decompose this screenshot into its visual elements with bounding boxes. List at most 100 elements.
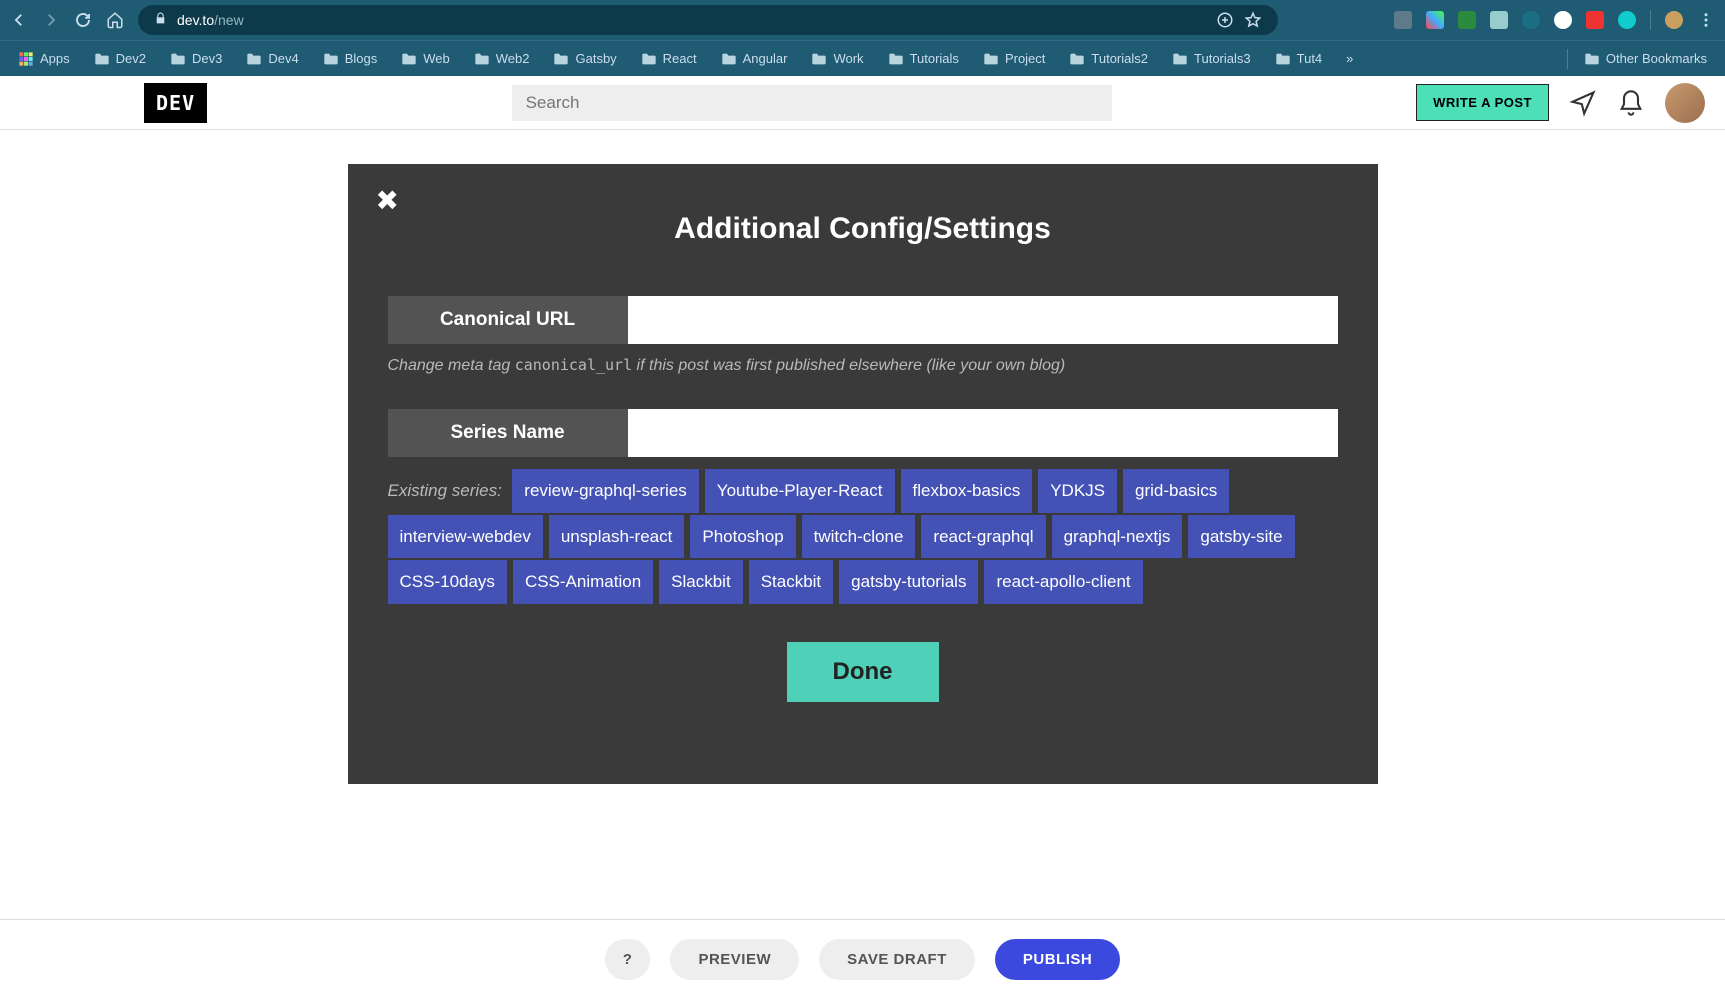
add-icon[interactable] [1216, 11, 1234, 29]
bookmark-label: Blogs [345, 51, 378, 66]
settings-modal: ✖ Additional Config/Settings Canonical U… [348, 164, 1378, 784]
bookmark-folder[interactable]: Project [975, 47, 1053, 70]
bell-icon[interactable] [1617, 89, 1645, 117]
bookmark-folder[interactable]: Dev2 [86, 47, 154, 70]
star-icon[interactable] [1244, 11, 1262, 29]
folder-icon [246, 52, 262, 66]
series-label: Series Name [388, 409, 628, 457]
ext-icon[interactable] [1490, 11, 1508, 29]
series-tag[interactable]: Photoshop [690, 515, 795, 559]
browser-toolbar: dev.to/new [0, 0, 1725, 40]
bookmark-folder[interactable]: Web2 [466, 47, 538, 70]
bookmark-label: Tutorials [910, 51, 959, 66]
bookmark-label: Dev2 [116, 51, 146, 66]
bookmark-folder[interactable]: Tutorials [880, 47, 967, 70]
apps-bookmark[interactable]: Apps [10, 47, 78, 71]
folder-icon [323, 52, 339, 66]
series-tag[interactable]: react-apollo-client [984, 560, 1142, 604]
bookmark-label: Work [833, 51, 863, 66]
bookmark-overflow[interactable]: » [1338, 51, 1361, 66]
series-tag[interactable]: unsplash-react [549, 515, 685, 559]
ext-icon[interactable] [1426, 11, 1444, 29]
series-tag[interactable]: Stackbit [749, 560, 833, 604]
send-icon[interactable] [1569, 89, 1597, 117]
bookmark-folder[interactable]: Web [393, 47, 458, 70]
bookmarks-bar: Apps Dev2 Dev3 Dev4 Blogs Web Web2 Gatsby React… [0, 40, 1725, 76]
existing-series: Existing series: review-graphql-seriesYo… [388, 469, 1338, 606]
bookmark-folder[interactable]: Tutorials3 [1164, 47, 1259, 70]
series-tag[interactable]: CSS-Animation [513, 560, 653, 604]
series-tag[interactable]: YDKJS [1038, 469, 1117, 513]
reload-icon[interactable] [74, 11, 92, 29]
menu-icon[interactable] [1697, 11, 1715, 29]
ext-icon[interactable] [1554, 11, 1572, 29]
series-row: Series Name [388, 409, 1338, 457]
canonical-url-input[interactable] [628, 296, 1338, 344]
bookmark-label: Dev3 [192, 51, 222, 66]
series-tag[interactable]: flexbox-basics [901, 469, 1033, 513]
series-tag[interactable]: twitch-clone [802, 515, 916, 559]
back-icon[interactable] [10, 11, 28, 29]
extension-icons [1394, 10, 1715, 30]
done-button[interactable]: Done [787, 642, 939, 702]
series-tag[interactable]: CSS-10days [388, 560, 507, 604]
bookmark-label: Angular [743, 51, 788, 66]
divider [1567, 49, 1568, 69]
bookmark-label: Tut4 [1297, 51, 1323, 66]
ext-icon[interactable] [1458, 11, 1476, 29]
folder-icon [1275, 52, 1291, 66]
write-post-button[interactable]: WRITE A POST [1416, 84, 1549, 121]
bookmark-folder[interactable]: Tutorials2 [1061, 47, 1156, 70]
modal-title: Additional Config/Settings [388, 212, 1338, 246]
bookmark-folder[interactable]: React [633, 47, 705, 70]
dev-logo[interactable]: DEV [144, 83, 207, 123]
other-bookmarks[interactable]: Other Bookmarks [1576, 47, 1715, 70]
hint-code: canonical_url [515, 356, 632, 374]
search-input[interactable] [512, 85, 1112, 121]
forward-icon[interactable] [42, 11, 60, 29]
folder-icon [401, 52, 417, 66]
series-tag[interactable]: gatsby-site [1188, 515, 1294, 559]
avatar[interactable] [1665, 83, 1705, 123]
bookmark-folder[interactable]: Dev3 [162, 47, 230, 70]
series-tag[interactable]: grid-basics [1123, 469, 1229, 513]
bookmark-label: Project [1005, 51, 1045, 66]
url-bar[interactable]: dev.to/new [138, 5, 1278, 35]
divider [1650, 10, 1651, 30]
ext-icon[interactable] [1522, 11, 1540, 29]
folder-icon [1172, 52, 1188, 66]
bookmark-folder[interactable]: Dev4 [238, 47, 306, 70]
publish-button[interactable]: PUBLISH [995, 939, 1120, 980]
bookmark-folder[interactable]: Gatsby [545, 47, 624, 70]
series-tag[interactable]: Slackbit [659, 560, 743, 604]
ext-icon[interactable] [1586, 11, 1604, 29]
series-tag[interactable]: graphql-nextjs [1052, 515, 1183, 559]
series-tag[interactable]: react-graphql [921, 515, 1045, 559]
home-icon[interactable] [106, 11, 124, 29]
series-tag[interactable]: review-graphql-series [512, 469, 699, 513]
ext-icon[interactable] [1618, 11, 1636, 29]
save-draft-button[interactable]: SAVE DRAFT [819, 939, 975, 980]
bookmark-folder[interactable]: Work [803, 47, 871, 70]
bookmark-folder[interactable]: Tut4 [1267, 47, 1331, 70]
folder-icon [94, 52, 110, 66]
bookmark-label: Dev4 [268, 51, 298, 66]
preview-button[interactable]: PREVIEW [670, 939, 799, 980]
folder-icon [983, 52, 999, 66]
bookmark-folder[interactable]: Angular [713, 47, 796, 70]
series-tag[interactable]: Youtube-Player-React [705, 469, 895, 513]
series-name-input[interactable] [628, 409, 1338, 457]
folder-icon [811, 52, 827, 66]
bookmark-folder[interactable]: Blogs [315, 47, 386, 70]
close-icon[interactable]: ✖ [376, 184, 399, 217]
folder-icon [641, 52, 657, 66]
series-tag[interactable]: gatsby-tutorials [839, 560, 978, 604]
help-button[interactable]: ? [605, 939, 651, 980]
existing-series-label: Existing series: [388, 481, 502, 500]
series-tag[interactable]: interview-webdev [388, 515, 543, 559]
profile-icon[interactable] [1665, 11, 1683, 29]
ext-icon[interactable] [1394, 11, 1412, 29]
canonical-hint: Change meta tag canonical_url if this po… [388, 356, 1338, 375]
lock-icon [154, 12, 167, 28]
bookmark-label: Web [423, 51, 450, 66]
